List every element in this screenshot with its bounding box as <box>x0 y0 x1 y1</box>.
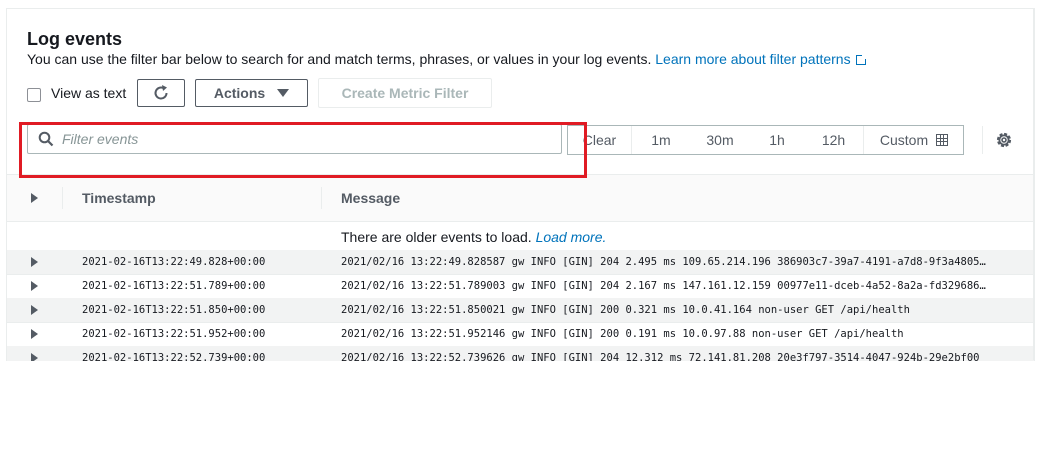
expand-caret-icon[interactable] <box>31 329 38 339</box>
refresh-button[interactable] <box>137 79 185 107</box>
expand-caret-icon[interactable] <box>31 353 38 361</box>
learn-more-link[interactable]: Learn more about filter patterns <box>655 51 867 67</box>
actions-dropdown[interactable]: Actions <box>195 79 308 107</box>
custom-label: Custom <box>879 132 929 148</box>
row-message: 2021/02/16 13:22:49.828587 gw INFO [GIN]… <box>341 256 986 268</box>
table-row[interactable]: 2021-02-16T13:22:51.850+00:00 2021/02/16… <box>7 298 1034 323</box>
table-row[interactable]: 2021-02-16T13:22:52.739+00:00 2021/02/16… <box>7 346 1034 361</box>
settings-gear-icon[interactable] <box>994 130 1014 150</box>
view-as-text-label: View as text <box>51 85 127 101</box>
row-timestamp: 2021-02-16T13:22:49.828+00:00 <box>82 256 266 268</box>
row-message: 2021/02/16 13:22:51.952146 gw INFO [GIN]… <box>341 328 904 340</box>
column-separator <box>321 187 322 209</box>
log-events-panel: Log events You can use the filter bar be… <box>6 8 1035 361</box>
row-timestamp: 2021-02-16T13:22:51.789+00:00 <box>82 280 266 292</box>
divider <box>982 126 983 154</box>
refresh-icon <box>154 85 168 100</box>
actions-label: Actions <box>213 85 266 101</box>
expand-caret-icon[interactable] <box>31 257 38 267</box>
row-message: 2021/02/16 13:22:52.739626 gw INFO [GIN]… <box>341 352 980 361</box>
time-range-12h[interactable]: 12h <box>804 126 864 154</box>
column-separator <box>62 187 63 209</box>
row-message: 2021/02/16 13:22:51.850021 gw INFO [GIN]… <box>341 304 910 316</box>
older-events-text: There are older events to load. <box>341 229 532 245</box>
load-more-link[interactable]: Load more. <box>536 229 607 245</box>
column-header-message[interactable]: Message <box>341 190 400 206</box>
description: You can use the filter bar below to sear… <box>27 51 867 67</box>
row-timestamp: 2021-02-16T13:22:51.850+00:00 <box>82 304 266 316</box>
learn-more-label: Learn more about filter patterns <box>655 51 851 67</box>
page-title: Log events <box>27 29 123 49</box>
time-range-selector: Clear 1m 30m 1h 12h Custom <box>567 125 964 155</box>
highlight-box <box>19 122 587 178</box>
calendar-icon <box>936 134 949 146</box>
table-row[interactable]: 2021-02-16T13:22:49.828+00:00 2021/02/16… <box>7 250 1034 275</box>
time-range-custom[interactable]: Custom <box>864 126 964 154</box>
row-message: 2021/02/16 13:22:51.789003 gw INFO [GIN]… <box>341 280 986 292</box>
row-timestamp: 2021-02-16T13:22:51.952+00:00 <box>82 328 266 340</box>
row-timestamp: 2021-02-16T13:22:52.739+00:00 <box>82 352 266 361</box>
create-metric-filter-label: Create Metric Filter <box>341 85 469 101</box>
table-row[interactable]: 2021-02-16T13:22:51.789+00:00 2021/02/16… <box>7 274 1034 299</box>
time-range-1m[interactable]: 1m <box>632 126 690 154</box>
caret-down-icon <box>277 89 290 97</box>
table-row[interactable]: 2021-02-16T13:22:51.952+00:00 2021/02/16… <box>7 322 1034 347</box>
create-metric-filter-button[interactable]: Create Metric Filter <box>318 78 492 108</box>
expand-all-caret-icon[interactable] <box>31 193 38 203</box>
external-link-icon <box>855 54 867 65</box>
time-range-1h[interactable]: 1h <box>750 126 804 154</box>
divider <box>1033 8 1034 360</box>
view-as-text-checkbox[interactable] <box>27 88 41 102</box>
expand-caret-icon[interactable] <box>31 281 38 291</box>
table-header: Timestamp Message <box>7 174 1034 222</box>
older-events-notice: There are older events to load. Load mor… <box>341 229 606 245</box>
column-header-timestamp[interactable]: Timestamp <box>82 190 156 206</box>
expand-caret-icon[interactable] <box>31 305 38 315</box>
time-range-30m[interactable]: 30m <box>690 126 750 154</box>
description-text: You can use the filter bar below to sear… <box>27 51 652 67</box>
